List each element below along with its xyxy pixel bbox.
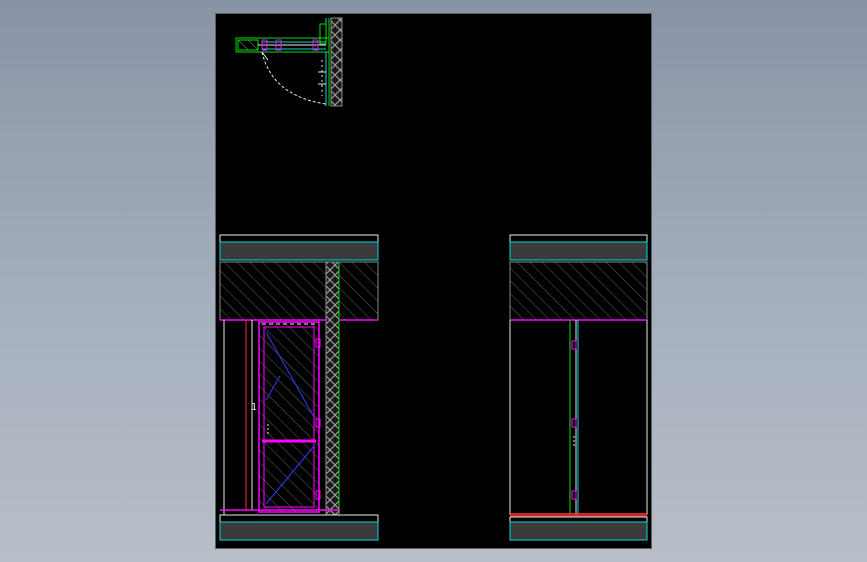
- cad-drawing: 1: [219, 17, 648, 541]
- plan-detail[interactable]: [235, 17, 343, 107]
- door-elevation[interactable]: 1: [219, 234, 379, 541]
- section-view[interactable]: [509, 234, 648, 541]
- elevation-mark: 1: [251, 402, 257, 413]
